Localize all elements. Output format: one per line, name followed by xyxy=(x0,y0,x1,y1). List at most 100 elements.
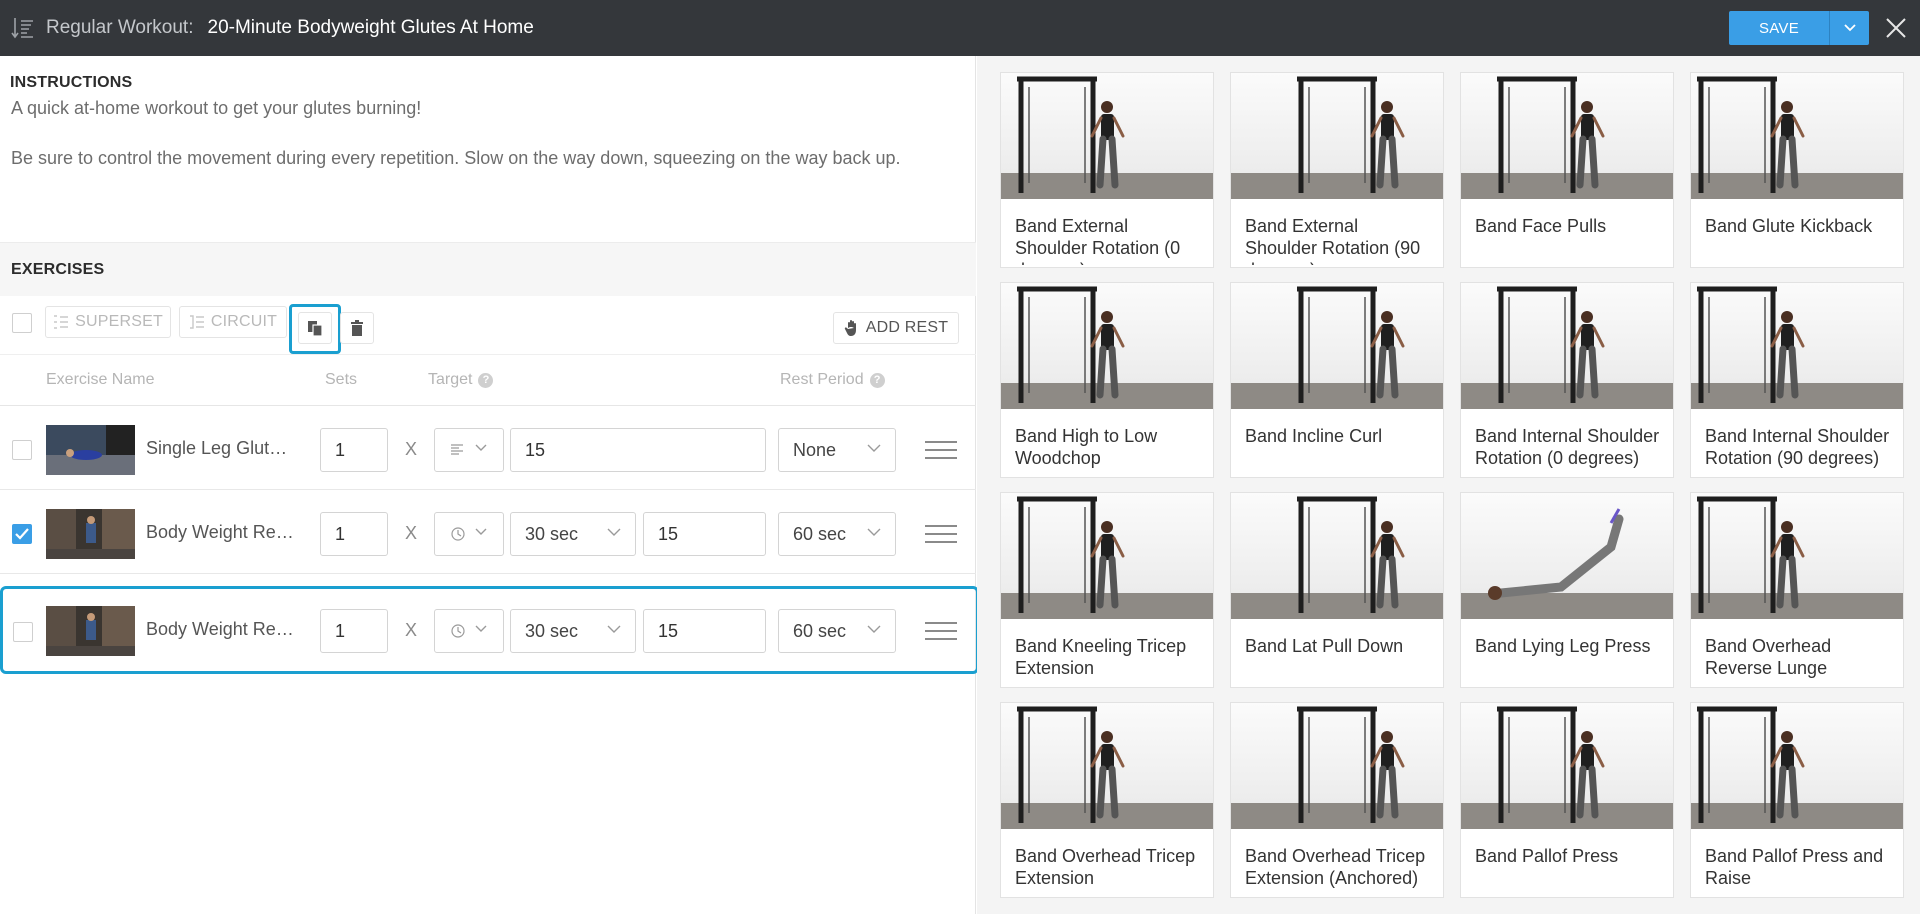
rest-period-value: 60 sec xyxy=(793,523,847,544)
exercise-card-image xyxy=(1231,703,1443,829)
superset-button[interactable]: SUPERSET xyxy=(45,306,171,338)
exercise-card[interactable]: Band Lat Pull Down xyxy=(1230,492,1444,688)
circuit-button[interactable]: CIRCUIT xyxy=(179,306,287,338)
add-rest-button[interactable]: ADD REST xyxy=(833,312,959,344)
select-all-checkbox[interactable] xyxy=(12,313,32,333)
exercise-card[interactable]: Band Internal Shoulder Rotation (90 degr… xyxy=(1690,282,1904,478)
exercise-card-image xyxy=(1001,493,1213,619)
exercise-row[interactable]: Single Leg Glute Bridge 1 X 15 None xyxy=(0,406,976,490)
exercise-card-image xyxy=(1691,703,1903,829)
exercise-card-title: Band Overhead Tricep Extension xyxy=(1015,846,1196,888)
target-reps-input[interactable]: 15 xyxy=(510,428,766,472)
exercise-card[interactable]: Band External Shoulder Rotation (90 degr… xyxy=(1230,72,1444,268)
exercise-card[interactable]: Band Glute Kickback xyxy=(1690,72,1904,268)
close-icon xyxy=(1886,18,1906,38)
target-reps-input[interactable]: 15 xyxy=(643,609,766,653)
target-reps-input[interactable]: 15 xyxy=(643,512,766,556)
rest-help-icon[interactable]: ? xyxy=(869,373,885,388)
chevron-down-icon xyxy=(1843,24,1856,32)
time-value: 30 sec xyxy=(525,523,579,544)
exercise-name[interactable]: Single Leg Glute Bridge xyxy=(146,438,296,459)
exercise-card[interactable]: Band Pallof Press and Raise xyxy=(1690,702,1904,898)
exercise-card[interactable]: Band Lying Leg Press xyxy=(1460,492,1674,688)
exercise-card-title: Band Internal Shoulder Rotation (90 degr… xyxy=(1705,426,1890,468)
exercise-card[interactable]: Band External Shoulder Rotation (0 degre… xyxy=(1000,72,1214,268)
exercise-card[interactable]: Band Kneeling Tricep Extension xyxy=(1000,492,1214,688)
sets-input[interactable]: 1 xyxy=(320,428,388,472)
sets-input[interactable]: 1 xyxy=(320,609,388,653)
rest-period-select[interactable]: None xyxy=(778,428,896,472)
exercise-card-image xyxy=(1231,283,1443,409)
instructions-section: INSTRUCTIONS A quick at-home workout to … xyxy=(0,56,975,242)
row-checkbox[interactable] xyxy=(12,440,32,460)
exercise-thumbnail xyxy=(46,425,135,475)
exercises-heading: EXERCISES xyxy=(11,261,105,278)
save-options-dropdown[interactable] xyxy=(1829,11,1869,45)
exercise-row-highlighted[interactable]: Body Weight Reverse Lunge 1 X 30 sec 15 … xyxy=(0,586,979,674)
save-button[interactable]: SAVE xyxy=(1729,11,1829,45)
target-help-icon[interactable]: ? xyxy=(478,373,494,388)
times-sign: X xyxy=(405,523,418,543)
drag-handle[interactable] xyxy=(925,441,957,461)
target-mode-select[interactable] xyxy=(434,609,504,653)
times-sign: X xyxy=(405,620,418,640)
time-select[interactable]: 30 sec xyxy=(510,512,636,556)
exercise-card[interactable]: Band Pallof Press xyxy=(1460,702,1674,898)
reorder-list-icon[interactable] xyxy=(10,15,36,41)
top-bar: Regular Workout: 20-Minute Bodyweight Gl… xyxy=(0,0,1920,56)
rest-period-value: None xyxy=(793,439,837,460)
delete-button[interactable] xyxy=(340,312,374,344)
exercise-card[interactable]: Band High to Low Woodchop xyxy=(1000,282,1214,478)
close-button[interactable] xyxy=(1882,14,1910,42)
exercise-toolbar: SUPERSET CIRCUIT ADD REST xyxy=(0,298,976,354)
exercise-card-image xyxy=(1691,283,1903,409)
time-value: 30 sec xyxy=(525,620,579,641)
copy-button[interactable] xyxy=(298,312,332,344)
hand-stop-icon xyxy=(844,320,856,336)
row-checkbox[interactable] xyxy=(13,622,33,642)
time-select[interactable]: 30 sec xyxy=(510,609,636,653)
exercise-card[interactable]: Band Incline Curl xyxy=(1230,282,1444,478)
exercise-thumbnail xyxy=(46,509,135,559)
row-checkbox-checked[interactable] xyxy=(12,524,32,544)
drag-handle[interactable] xyxy=(925,525,957,545)
rest-period-select[interactable]: 60 sec xyxy=(778,609,896,653)
target-mode-select[interactable] xyxy=(434,428,504,472)
copy-icon xyxy=(308,321,323,337)
target-mode-select[interactable] xyxy=(434,512,504,556)
col-exercise-name: Exercise Name xyxy=(46,371,155,388)
exercise-card-image xyxy=(1001,73,1213,199)
exercise-name[interactable]: Body Weight Reverse Lunge xyxy=(146,619,296,640)
exercise-card-image xyxy=(1691,493,1903,619)
circuit-label: CIRCUIT xyxy=(210,313,278,330)
exercise-card-image xyxy=(1001,703,1213,829)
exercise-card[interactable]: Band Overhead Tricep Extension xyxy=(1000,702,1214,898)
exercise-row[interactable]: Body Weight Reverse Lunge 1 X 30 sec 15 … xyxy=(0,490,976,574)
save-button-group: SAVE xyxy=(1729,11,1869,45)
exercise-card-title: Band External Shoulder Rotation (90 degr… xyxy=(1245,216,1421,265)
sets-input[interactable]: 1 xyxy=(320,512,388,556)
exercise-library-grid: Band External Shoulder Rotation (0 degre… xyxy=(977,56,1920,914)
exercise-card[interactable]: Band Internal Shoulder Rotation (0 degre… xyxy=(1460,282,1674,478)
exercise-card-image xyxy=(1461,703,1673,829)
exercise-card[interactable]: Band Overhead Reverse Lunge xyxy=(1690,492,1904,688)
exercise-card-image xyxy=(1461,283,1673,409)
exercise-card-image xyxy=(1691,73,1903,199)
exercise-card[interactable]: Band Overhead Tricep Extension (Anchored… xyxy=(1230,702,1444,898)
rest-period-select[interactable]: 60 sec xyxy=(778,512,896,556)
exercise-card-image xyxy=(1231,493,1443,619)
drag-handle[interactable] xyxy=(925,622,957,642)
chevron-down-icon xyxy=(475,625,487,632)
exercise-card[interactable]: Band Face Pulls xyxy=(1460,72,1674,268)
exercise-card-image xyxy=(1001,283,1213,409)
circuit-icon xyxy=(189,315,204,329)
workout-title[interactable]: 20-Minute Bodyweight Glutes At Home xyxy=(208,17,534,39)
chevron-down-icon xyxy=(607,625,621,633)
chevron-down-icon xyxy=(475,528,487,535)
clock-icon xyxy=(451,527,465,541)
superset-label: SUPERSET xyxy=(75,313,163,330)
instructions-text[interactable]: A quick at-home workout to get your glut… xyxy=(10,96,965,171)
exercise-name[interactable]: Body Weight Reverse Lunge xyxy=(146,522,296,543)
chevron-down-icon xyxy=(607,528,621,536)
exercise-card-title: Band Overhead Tricep Extension (Anchored… xyxy=(1245,846,1426,888)
